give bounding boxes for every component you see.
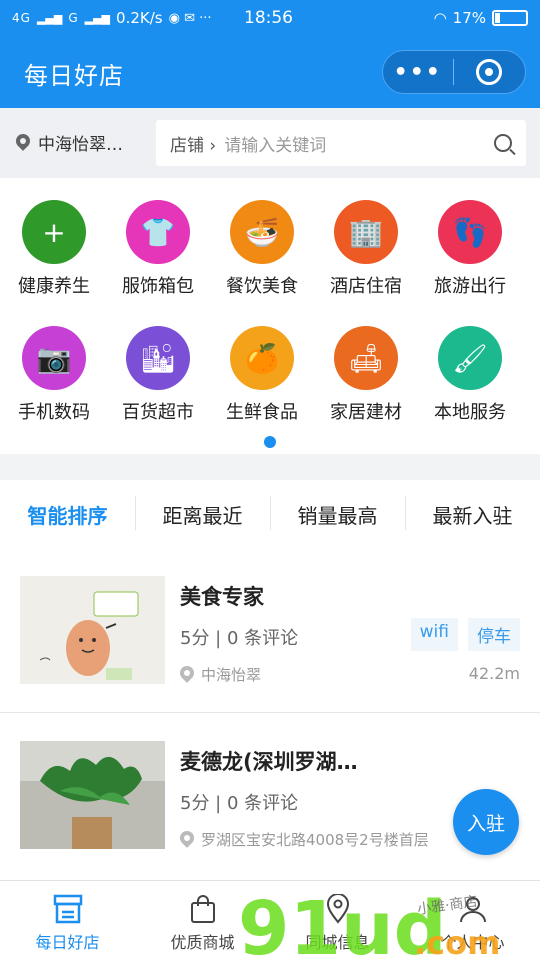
category-label: 健康养生 (18, 276, 90, 297)
store-address-text: 罗湖区宝安北路4008号2号楼首层 (201, 831, 429, 849)
category-label: 家居建材 (330, 402, 402, 423)
notification-icon: ◉ ✉ ··· (168, 10, 212, 26)
store-rating: 5分 | 0 条评论 (180, 628, 299, 649)
category-item[interactable]: 📷 手机数码 (0, 326, 108, 424)
category-grid: + 健康养生 👕 服饰箱包 🍜 餐饮美食 🏢 酒店住宿 👣 旅游出行 📷 手机数码 🏙 百货超市 🍊 生鲜食品… (0, 178, 540, 454)
category-item[interactable]: + 健康养生 (0, 200, 108, 298)
category-item[interactable]: 👣 旅游出行 (416, 200, 524, 298)
noodle-bowl-icon: 🍜 (230, 200, 294, 264)
category-label: 服饰箱包 (122, 276, 194, 297)
sofa-icon: 🛋 (334, 326, 398, 390)
category-item[interactable]: 🏙 百货超市 (104, 326, 212, 424)
nav-item-city-info[interactable]: 同城信息 (270, 881, 405, 960)
bag-icon (135, 893, 270, 925)
store-card[interactable]: 美食专家 5分 | 0 条评论 wifi 停车 中海怡翠 42.2m (0, 548, 540, 713)
network-4g: 4G (12, 11, 31, 25)
store-address-text: 中海怡翠 (201, 666, 262, 684)
store-name: 美食专家 (180, 585, 264, 609)
signal-icon: ▂▄▆ (36, 11, 63, 25)
tshirt-icon: 👕 (126, 200, 190, 264)
top-bar: 4G ▂▄▆ G ▂▄▆ 0.2K/s ◉ ✉ ··· 18:56 ◠ 17% … (0, 0, 540, 108)
nav-label: 个人中心 (440, 933, 505, 952)
sort-tab-nearest[interactable]: 距离最近 (135, 495, 270, 530)
orange-icon: 🍊 (230, 326, 294, 390)
store-card[interactable]: 麦德龙(深圳罗湖… 5分 | 0 条评论 罗湖区宝安北路4008号2号楼首层 (0, 713, 540, 878)
sort-tab-smart[interactable]: 智能排序 (0, 500, 135, 529)
net-speed: 0.2K/s (116, 9, 163, 27)
category-label: 百货超市 (122, 402, 194, 423)
nav-label: 优质商城 (170, 933, 235, 952)
location-pin-icon (16, 134, 30, 152)
location-selector[interactable]: 中海怡翠… (16, 130, 123, 155)
store-thumbnail (20, 576, 165, 684)
user-icon (405, 893, 540, 925)
category-label: 手机数码 (18, 402, 90, 423)
page-indicator-dot (264, 436, 276, 448)
store-address: 罗湖区宝安北路4008号2号楼首层 (180, 829, 429, 850)
location-pin-icon (180, 666, 194, 684)
store-address: 中海怡翠 (180, 664, 261, 685)
store-tags: wifi 停车 (410, 618, 520, 651)
search-icon[interactable] (494, 134, 512, 152)
bottom-nav: 每日好店 优质商城 同城信息 个人中心 (0, 880, 540, 960)
nav-item-profile[interactable]: 个人中心 (405, 881, 540, 960)
nav-label: 每日好店 (35, 933, 100, 952)
page-title: 每日好店 (24, 62, 124, 90)
search-input[interactable]: 店铺 › 请输入关键词 (156, 120, 526, 166)
search-placeholder: 请输入关键词 (224, 135, 327, 156)
category-item[interactable]: 🍊 生鲜食品 (208, 326, 316, 424)
plus-leaf-icon: + (22, 200, 86, 264)
battery-icon (492, 10, 528, 26)
more-menu-icon[interactable]: ••• (383, 60, 453, 85)
search-category-selector[interactable]: 店铺 › (170, 131, 216, 156)
battery-percent: 17% (452, 9, 486, 27)
category-label: 酒店住宿 (330, 276, 402, 297)
category-label: 餐饮美食 (226, 276, 298, 297)
signal-icon: ▂▄▆ (84, 11, 111, 25)
category-item[interactable]: 👕 服饰箱包 (104, 200, 212, 298)
sort-tab-sales[interactable]: 销量最高 (270, 495, 405, 530)
join-button[interactable]: 入驻 (453, 789, 519, 855)
category-item[interactable]: 🏢 酒店住宿 (312, 200, 420, 298)
store-thumbnail (20, 741, 165, 849)
footprint-icon: 👣 (438, 200, 502, 264)
category-label: 旅游出行 (434, 276, 506, 297)
nav-item-mall[interactable]: 优质商城 (135, 881, 270, 960)
nav-item-shops[interactable]: 每日好店 (0, 881, 135, 960)
category-item[interactable]: 🛋 家居建材 (312, 326, 420, 424)
location-icon (270, 893, 405, 925)
category-item[interactable]: 🖌 本地服务 (416, 326, 524, 424)
store-name: 麦德龙(深圳罗湖… (180, 750, 358, 774)
mini-program-capsule: ••• (382, 50, 526, 94)
nav-label: 同城信息 (305, 933, 370, 952)
category-label: 本地服务 (434, 402, 506, 423)
shop-icon (0, 893, 135, 925)
building-icon: 🏢 (334, 200, 398, 264)
camera-icon: 📷 (22, 326, 86, 390)
paint-roller-icon: 🖌 (438, 326, 502, 390)
search-bar: 中海怡翠… 店铺 › 请输入关键词 (0, 108, 540, 178)
store-rating: 5分 | 0 条评论 (180, 793, 299, 814)
sort-tabs: 智能排序 距离最近 销量最高 最新入驻 (0, 480, 540, 548)
tag-parking: 停车 (468, 618, 520, 651)
status-bar: 4G ▂▄▆ G ▂▄▆ 0.2K/s ◉ ✉ ··· 18:56 ◠ 17% (0, 0, 540, 36)
location-pin-icon (180, 831, 194, 849)
current-location: 中海怡翠… (38, 135, 123, 155)
wifi-icon: ◠ (433, 9, 447, 27)
target-circle-icon (476, 59, 503, 85)
close-mini-program-button[interactable] (454, 59, 526, 85)
city-icon: 🏙 (126, 326, 190, 390)
store-distance: 42.2m (468, 664, 520, 683)
sort-tab-newest[interactable]: 最新入驻 (405, 495, 540, 530)
tag-wifi: wifi (410, 618, 458, 651)
category-label: 生鲜食品 (226, 402, 298, 423)
category-item[interactable]: 🍜 餐饮美食 (208, 200, 316, 298)
clock: 18:56 (244, 8, 293, 28)
network-g: G (68, 11, 79, 25)
